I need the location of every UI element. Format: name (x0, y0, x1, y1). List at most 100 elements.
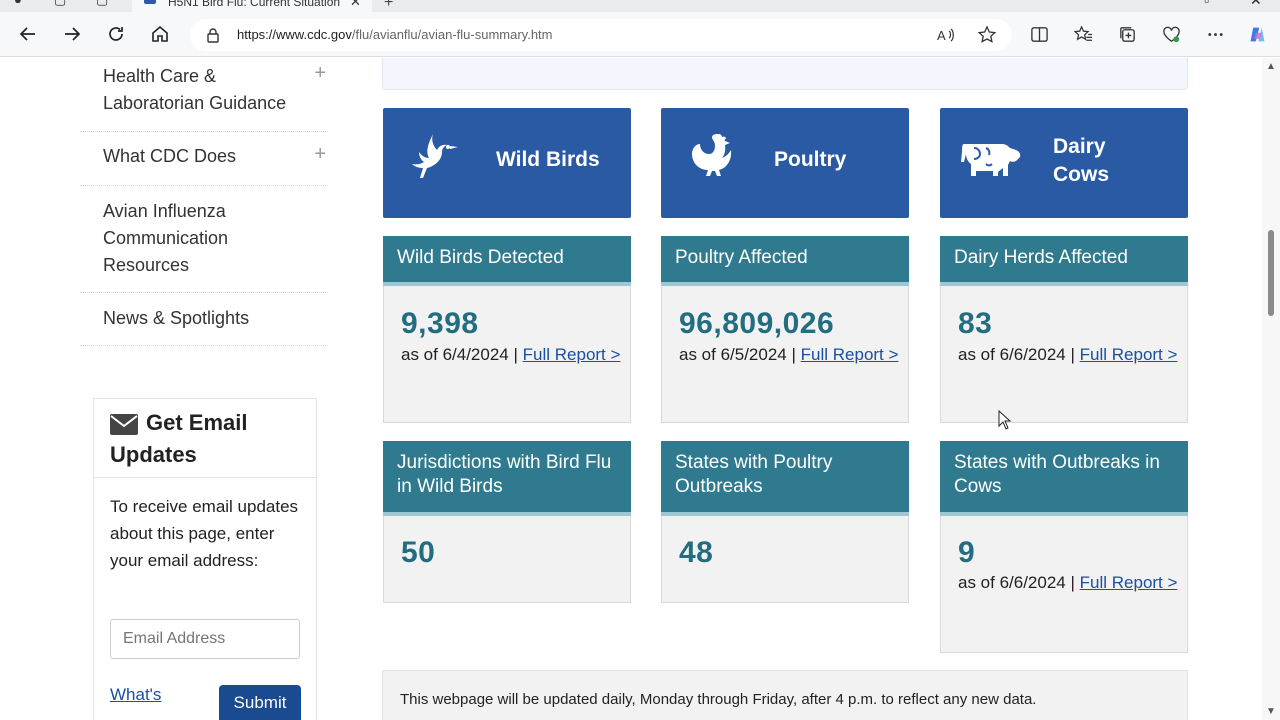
stat-card-wild-birds-detected: Wild Birds Detected 9,398 as of 6/4/2024… (383, 236, 631, 423)
copilot-button[interactable] (1246, 23, 1268, 45)
stat-card-title: Wild Birds Detected (383, 236, 631, 286)
browser-tab-strip: ● ▢ ▢ H5N1 Bird Flu: Current Situation ✕… (0, 0, 1280, 12)
category-label: Dairy Cows (1053, 135, 1110, 186)
scrollbar-thumb[interactable] (1268, 230, 1274, 316)
category-card-wild-birds[interactable]: Wild Birds (383, 108, 631, 218)
tab-actions-icon[interactable]: ▢ (96, 0, 114, 10)
stat-value: 96,809,026 (679, 307, 835, 340)
submit-button[interactable]: Submit (219, 685, 301, 720)
sidebar-item-label: Health Care & Laboratorian Guidance (103, 66, 287, 113)
new-tab-icon[interactable]: + (384, 0, 393, 12)
sidebar-nav: Health Care & Laboratorian Guidance + Wh… (80, 58, 328, 346)
category-card-poultry[interactable]: Poultry (661, 108, 909, 218)
back-button[interactable] (16, 22, 40, 46)
url-field[interactable]: https://www.cdc.gov/flu/avianflu/avian-f… (190, 19, 1012, 51)
update-notice-text: This webpage will be updated daily, Mond… (400, 691, 1037, 708)
copilot-icon (1250, 27, 1264, 41)
email-updates-widget: Get Email Updates To receive email updat… (93, 398, 317, 720)
more-menu-button[interactable] (1204, 23, 1226, 45)
stat-card-poultry-affected: Poultry Affected 96,809,026 as of 6/5/20… (661, 236, 909, 423)
full-report-link[interactable]: Full Report > (523, 345, 621, 364)
page-viewport: Health Care & Laboratorian Guidance + Wh… (0, 58, 1262, 720)
stat-card-title: Dairy Herds Affected (940, 236, 1188, 286)
collections-button[interactable] (1116, 23, 1138, 45)
stat-card-states-outbreaks-cows: States with Outbreaks in Cows 9 as of 6/… (940, 441, 1188, 653)
favorites-button[interactable] (1072, 23, 1094, 45)
whats-this-link[interactable]: What's (110, 685, 161, 705)
email-address-input[interactable] (110, 619, 300, 659)
stat-card-title: Poultry Affected (661, 236, 909, 286)
collections-icon (1119, 26, 1135, 42)
url-text: https://www.cdc.gov/flu/avianflu/avian-f… (237, 27, 553, 42)
home-icon (152, 25, 168, 42)
bird-icon (412, 134, 458, 178)
stat-card-dairy-herds-affected: Dairy Herds Affected 83 as of 6/6/2024 |… (940, 236, 1188, 423)
read-aloud-icon[interactable]: A (936, 25, 956, 45)
category-label: Wild Birds (496, 148, 600, 171)
cow-icon (961, 144, 1021, 176)
heart-pulse-icon (1162, 26, 1180, 42)
expand-plus-icon[interactable]: + (314, 141, 326, 168)
stat-value: 9,398 (401, 307, 479, 340)
stat-as-of: as of 6/4/2024 | Full Report > (401, 345, 621, 364)
stat-card-title: States with Outbreaks in Cows (940, 441, 1188, 516)
email-widget-title: Get Email Updates (110, 410, 248, 467)
favorites-list-icon (1073, 24, 1092, 41)
more-dots-icon (1207, 32, 1223, 36)
workspaces-icon[interactable]: ▢ (54, 0, 72, 10)
sidebar-item-communication-resources[interactable]: Avian Influenza Communication Resources (80, 186, 328, 293)
stat-as-of: as of 6/6/2024 | Full Report > (958, 573, 1178, 592)
stat-as-of: as of 6/5/2024 | Full Report > (679, 345, 899, 364)
sidebar-item-what-cdc-does[interactable]: What CDC Does + (80, 132, 328, 186)
cdc-favicon-icon (144, 0, 156, 4)
stat-card-title: States with Poultry Outbreaks (661, 441, 909, 516)
category-label: Poultry (774, 148, 847, 171)
svg-text:A: A (937, 28, 946, 43)
full-report-link[interactable]: Full Report > (1080, 573, 1178, 592)
split-screen-button[interactable] (1028, 23, 1050, 45)
update-notice: This webpage will be updated daily, Mond… (382, 670, 1188, 720)
lock-icon[interactable] (206, 27, 220, 43)
page-scrollbar[interactable]: ▲ ▼ (1262, 58, 1280, 720)
scroll-up-arrow-icon[interactable]: ▲ (1266, 61, 1276, 72)
browser-essentials-button[interactable] (1160, 23, 1182, 45)
stat-card-jurisdictions-wild-birds: Jurisdictions with Bird Flu in Wild Bird… (383, 441, 631, 603)
mouse-cursor-icon (998, 410, 1012, 430)
category-card-dairy-cows[interactable]: Dairy Cows (940, 108, 1188, 218)
address-bar-row: https://www.cdc.gov/flu/avianflu/avian-f… (0, 12, 1280, 57)
scroll-down-arrow-icon[interactable]: ▼ (1266, 706, 1276, 717)
email-widget-description: To receive email updates about this page… (110, 497, 299, 570)
sidebar-item-label: What CDC Does (103, 146, 237, 166)
stat-as-of: as of 6/6/2024 | Full Report > (958, 345, 1178, 364)
expand-plus-icon[interactable]: + (314, 60, 326, 87)
stat-value: 50 (401, 536, 436, 569)
favorite-star-icon[interactable] (977, 25, 997, 45)
refresh-icon (109, 27, 123, 41)
stat-value: 9 (958, 536, 976, 569)
sidebar-item-health-care-guidance[interactable]: Health Care & Laboratorian Guidance + (80, 58, 328, 132)
stat-value: 83 (958, 307, 993, 340)
info-banner (382, 58, 1188, 90)
full-report-link[interactable]: Full Report > (1080, 345, 1178, 364)
forward-button[interactable] (60, 22, 84, 46)
sidebar-item-news-spotlights[interactable]: News & Spotlights (80, 293, 328, 346)
sidebar-item-label: News & Spotlights (103, 308, 250, 328)
chicken-icon (692, 134, 732, 176)
sidebar-item-label: Avian Influenza Communication Resources (103, 201, 229, 275)
refresh-button[interactable] (104, 22, 128, 46)
tab-current[interactable]: H5N1 Bird Flu: Current Situation ✕ (132, 0, 372, 12)
stat-card-states-poultry-outbreaks: States with Poultry Outbreaks 48 (661, 441, 909, 603)
email-widget-header: Get Email Updates (94, 399, 316, 478)
profile-icon[interactable]: ● (14, 0, 32, 10)
restore-window-icon[interactable]: ▫ (1204, 0, 1209, 8)
split-screen-icon (1030, 26, 1048, 42)
home-button[interactable] (148, 22, 172, 46)
tab-title: H5N1 Bird Flu: Current Situation (168, 0, 341, 9)
close-tab-icon[interactable]: ✕ (350, 0, 361, 10)
back-arrow-icon (19, 27, 35, 41)
close-window-icon[interactable]: ✕ (1250, 0, 1262, 9)
stat-value: 48 (679, 536, 714, 569)
full-report-link[interactable]: Full Report > (801, 345, 899, 364)
forward-arrow-icon (65, 27, 81, 41)
stat-card-title: Jurisdictions with Bird Flu in Wild Bird… (383, 441, 631, 516)
